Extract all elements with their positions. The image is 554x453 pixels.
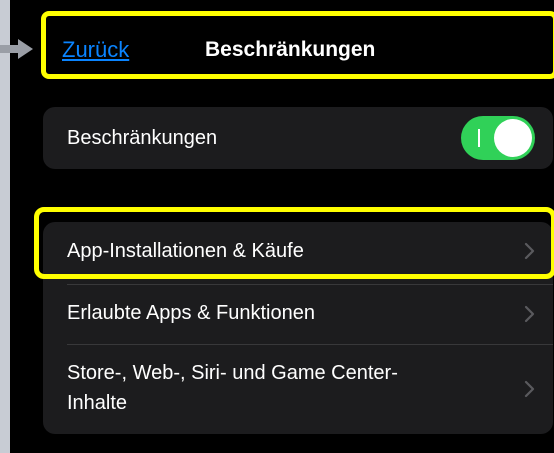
restrictions-row: Beschränkungen [43, 107, 553, 169]
nav-bar-highlight [41, 11, 554, 79]
menu-item-label-line1: Store-, Web-, Siri- und Game Center- [67, 362, 398, 384]
callout-arrow-icon [0, 39, 33, 59]
chevron-right-icon [524, 305, 535, 323]
settings-screen: Zurück Beschränkungen Beschränkungen App… [10, 0, 554, 453]
toggle-knob [494, 119, 532, 157]
restrictions-group: Beschränkungen [43, 107, 553, 169]
restrictions-toggle-switch[interactable] [461, 116, 535, 160]
menu-item-allowed-apps[interactable]: Erlaubte Apps & Funktionen [43, 285, 553, 344]
chevron-right-icon [524, 380, 535, 398]
toggle-on-indicator-icon [478, 129, 480, 147]
menu-item-store-content[interactable]: Store-, Web-, Siri- und Game Center- Inh… [43, 345, 553, 434]
menu-item-label: Erlaubte Apps & Funktionen [67, 302, 315, 324]
restrictions-label: Beschränkungen [67, 127, 218, 149]
app-installations-highlight [34, 207, 554, 279]
menu-item-label-line2: Inhalte [67, 392, 128, 414]
